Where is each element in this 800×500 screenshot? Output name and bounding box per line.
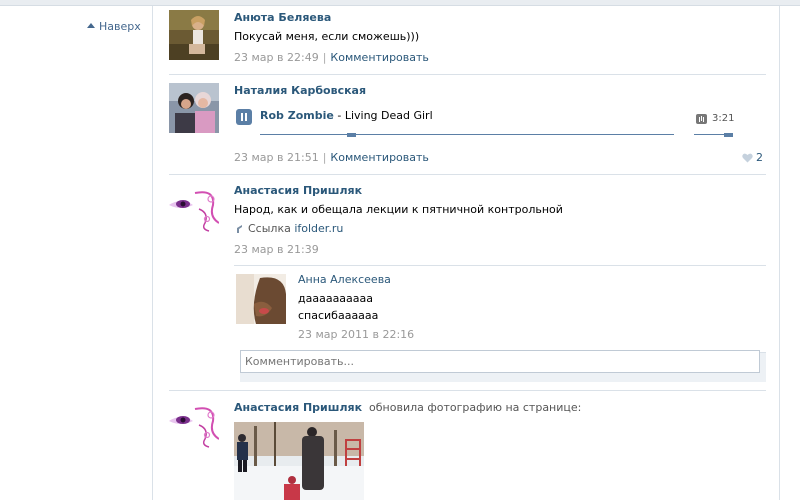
separator: |: [322, 51, 327, 64]
pause-button[interactable]: [236, 109, 252, 125]
back-to-top-label: Наверх: [99, 20, 141, 33]
post-author[interactable]: Анюта Беляева: [234, 11, 331, 24]
back-to-top-link[interactable]: Наверх: [87, 20, 141, 33]
comment-link[interactable]: Комментировать: [330, 51, 428, 64]
post-meta: 23 мар в 22:49 | Комментировать: [234, 51, 429, 64]
like-count[interactable]: 2: [756, 151, 763, 164]
avatar[interactable]: [169, 10, 219, 60]
post-date[interactable]: 23 мар в 22:49: [234, 51, 319, 64]
comment-divider: [234, 265, 766, 266]
audio-progress-handle[interactable]: [347, 133, 357, 137]
volume-handle[interactable]: [724, 133, 733, 137]
heart-icon[interactable]: [742, 153, 753, 163]
post-author[interactable]: Наталия Карбовская: [234, 84, 366, 97]
comment-avatar[interactable]: [236, 274, 286, 324]
comment-date[interactable]: 23 мар 2011 в 22:16: [298, 328, 414, 341]
post-text: Покусай меня, если сможешь))): [234, 30, 420, 43]
post-date[interactable]: 23 мар в 21:51: [234, 151, 319, 164]
audio-artist[interactable]: Rob Zombie: [260, 109, 334, 122]
comment-link[interactable]: Комментировать: [330, 151, 428, 164]
post-action: обновила фотографию на странице:: [369, 401, 582, 414]
link-prefix: Ссылка: [248, 222, 291, 235]
post-text: Народ, как и обещала лекции к пятничной …: [234, 203, 563, 216]
link-domain[interactable]: ifolder.ru: [294, 222, 343, 235]
right-border: [779, 6, 780, 500]
news-feed: Анюта Беляева Покусай меня, если сможешь…: [154, 6, 779, 500]
post-date[interactable]: 23 мар в 21:39: [234, 243, 319, 256]
audio-separator: -: [333, 109, 345, 122]
audio-track: Living Dead Girl: [344, 109, 433, 122]
post-author[interactable]: Анастасия Пришляк: [234, 184, 362, 197]
separator: |: [322, 151, 327, 164]
volume-icon[interactable]: [696, 114, 707, 124]
post-divider: [169, 74, 766, 75]
post-author[interactable]: Анастасия Пришляк: [234, 401, 362, 414]
avatar[interactable]: [169, 183, 219, 233]
audio-title[interactable]: Rob Zombie - Living Dead Girl: [260, 109, 433, 122]
comment-input[interactable]: [240, 350, 760, 373]
comment-author[interactable]: Анна Алексеева: [298, 273, 391, 286]
left-column: Наверх: [0, 6, 153, 500]
avatar[interactable]: [169, 399, 219, 449]
post-meta: 23 мар в 21:51 | Комментировать: [234, 151, 429, 164]
attached-link[interactable]: Ссылка ifolder.ru: [248, 222, 343, 235]
comment-text-line1: даааааааааа: [298, 292, 374, 305]
audio-duration: 3:21: [712, 113, 735, 124]
comment-text-line2: спасибаааааа: [298, 309, 379, 322]
link-icon: [237, 225, 242, 233]
arrow-up-icon: [87, 23, 95, 28]
avatar[interactable]: [169, 83, 219, 133]
post-divider: [169, 390, 766, 391]
post-header: Анастасия Пришляк обновила фотографию на…: [234, 401, 581, 414]
audio-progress-bar[interactable]: [260, 134, 674, 135]
post-divider: [169, 174, 766, 175]
post-photo[interactable]: [234, 422, 364, 500]
